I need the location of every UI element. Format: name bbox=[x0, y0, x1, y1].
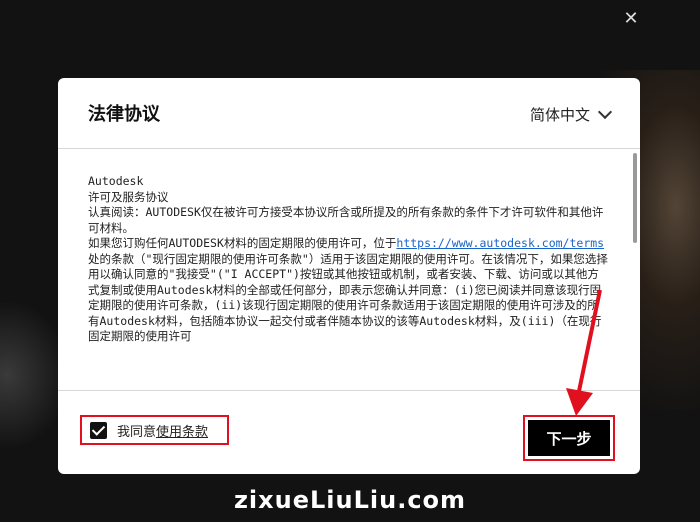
terms-link[interactable]: https://www.autodesk.com/terms bbox=[396, 236, 604, 250]
checkbox-checked-icon[interactable] bbox=[90, 421, 107, 439]
agreement-paragraph: 如果您订购任何AUTODESK材料的固定期限的使用许可，位于https://ww… bbox=[88, 236, 610, 345]
scrollbar-thumb[interactable] bbox=[633, 153, 637, 243]
chevron-down-icon bbox=[597, 104, 613, 120]
next-button-highlight: 下一步 bbox=[523, 415, 615, 461]
agreement-line: 许可及服务协议 bbox=[88, 189, 169, 204]
header-divider bbox=[58, 148, 640, 149]
agreement-line: 认真阅读：AUTODESK仅在被许可方接受本协议所含或所提及的所有条款的条件下才… bbox=[88, 205, 604, 235]
language-select-value: 简体中文 bbox=[529, 106, 590, 124]
next-button[interactable]: 下一步 bbox=[528, 420, 610, 456]
agreement-text-span: 处的条款（"现行固定期限的使用许可条款"）适用于该固定期限的使用许可。在该情况下… bbox=[88, 251, 608, 344]
agree-label: 我同意使用条款 bbox=[117, 421, 208, 440]
window-close-icon[interactable]: ✕ bbox=[620, 8, 642, 30]
footer-divider bbox=[58, 390, 640, 391]
language-select[interactable]: 简体中文 bbox=[529, 104, 613, 125]
agree-checkbox-row[interactable]: 我同意使用条款 bbox=[80, 415, 229, 445]
legal-agreement-dialog: 法律协议 简体中文 Autodesk 许可及服务协议 认真阅读：AUTODESK… bbox=[58, 78, 640, 474]
agreement-text[interactable]: Autodesk 许可及服务协议 认真阅读：AUTODESK仅在被许可方接受本协… bbox=[88, 174, 610, 388]
dialog-title: 法律协议 bbox=[88, 104, 160, 125]
agree-prefix: 我同意 bbox=[117, 424, 157, 440]
agreement-text-span: 如果您订购任何AUTODESK材料的固定期限的使用许可，位于 bbox=[88, 236, 397, 250]
watermark: zixueLiuLiu.com bbox=[233, 486, 467, 514]
agreement-line: Autodesk bbox=[88, 174, 144, 188]
terms-of-use-link[interactable]: 使用条款 bbox=[156, 425, 208, 440]
